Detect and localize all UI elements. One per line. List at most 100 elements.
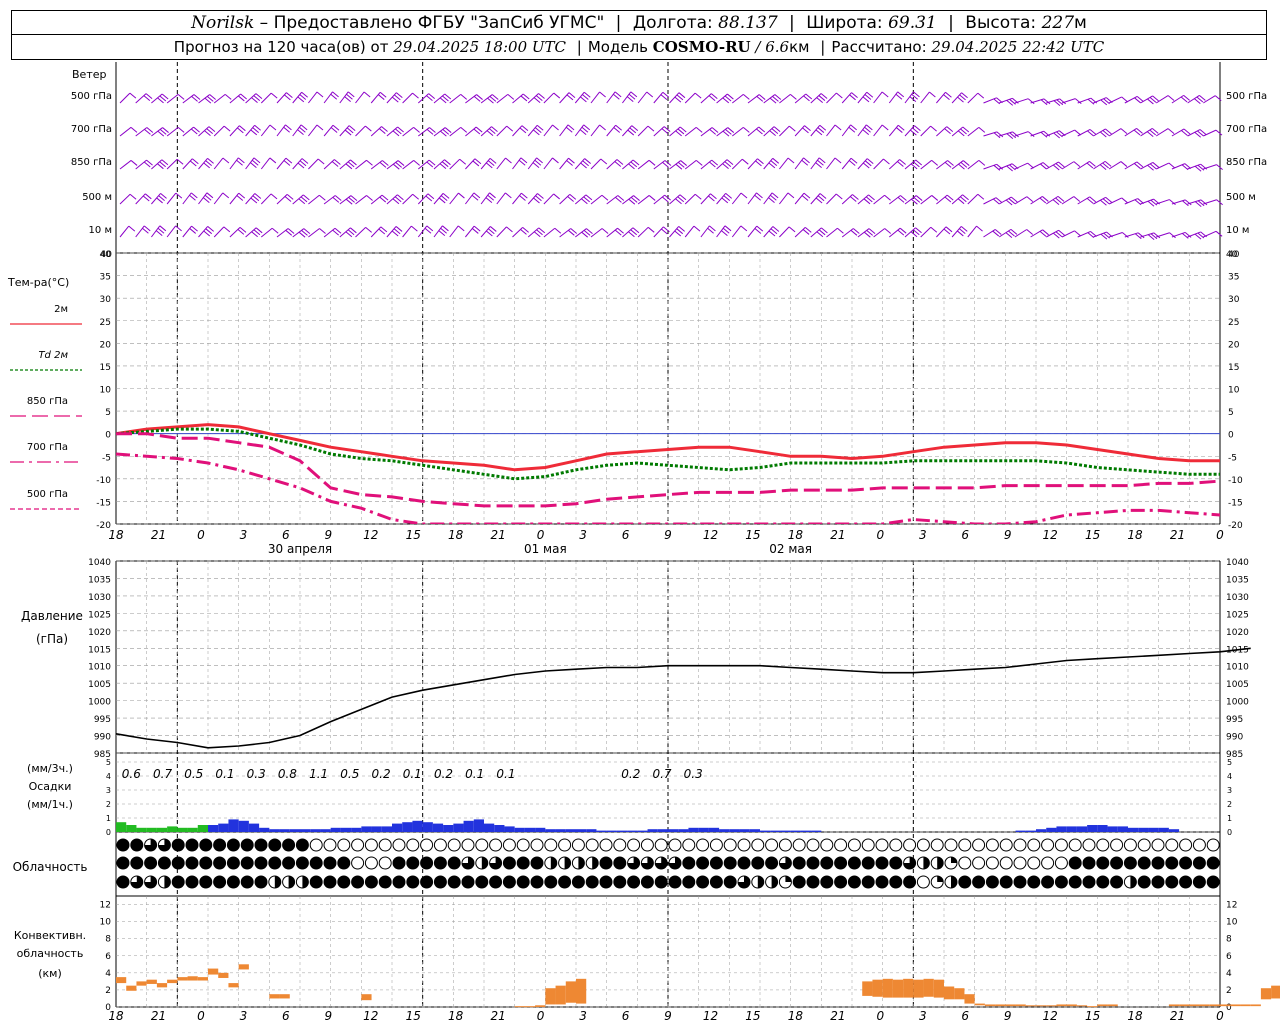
wind-barb-shaft <box>763 94 776 104</box>
precip-bar <box>310 829 321 832</box>
wind-barb-shaft <box>1093 97 1107 104</box>
precip-bar <box>1128 827 1139 832</box>
temp-tick-label: 0 <box>105 431 111 441</box>
precip-bar <box>576 829 587 832</box>
wind-barb-shaft <box>370 194 383 205</box>
wind-barb-shaft <box>622 195 634 205</box>
temp-tick-label: 5 <box>105 408 111 418</box>
conv-cloud-bar <box>1271 985 1280 999</box>
pressure-tick-label-right: 1025 <box>1226 610 1249 620</box>
wind-barb-feather <box>884 228 892 234</box>
wind-barb-feather <box>790 93 797 100</box>
wind-barb-shaft <box>920 91 930 104</box>
time-tick-label-bottom: 21 <box>491 1009 506 1023</box>
wind-barb-shaft <box>182 192 192 205</box>
time-tick-label: 15 <box>1085 528 1100 542</box>
time-tick-label: 12 <box>363 528 378 542</box>
wind-barb-shaft <box>355 125 366 137</box>
wind-barb-shaft <box>967 225 977 238</box>
cloud-symbol-low <box>723 875 737 889</box>
pressure-tick-label: 1015 <box>88 645 111 655</box>
wind-barb-shaft <box>166 225 177 238</box>
wind-barb-feather <box>694 193 702 200</box>
wind-level-label: 700 гПа <box>71 124 112 135</box>
wind-barb-shaft <box>1014 162 1028 170</box>
cloud-symbol-middle <box>834 856 848 870</box>
wind-barb-shaft <box>622 91 632 104</box>
cloud-symbol-fill-low <box>757 876 764 888</box>
wind-barb-feather <box>976 225 983 232</box>
time-tick-label-bottom: 0 <box>1216 1009 1224 1023</box>
precip-3h-total: 0.1 <box>465 767 484 781</box>
cloud-symbol-middle <box>144 856 158 870</box>
conv-cloud-bar <box>964 994 975 1004</box>
wind-barb-shaft <box>763 226 774 238</box>
temp-tick-label-right: 5 <box>1228 408 1234 418</box>
wind-barb-feather <box>978 160 986 166</box>
precip-bar <box>361 826 372 832</box>
precip-bar <box>269 829 280 832</box>
wind-barb-feather <box>222 192 230 199</box>
temp-tick-label: 35 <box>100 273 111 283</box>
precip-bar <box>1015 830 1026 832</box>
cloud-symbol-low <box>1041 875 1055 889</box>
precip-bar <box>412 820 423 832</box>
wind-barb-shaft <box>747 158 758 170</box>
precip-tick-label-right: 0 <box>1227 828 1232 837</box>
wind-barb-feather <box>884 194 891 201</box>
pressure-tick-label: 1020 <box>88 628 111 638</box>
time-tick-label: 0 <box>197 528 205 542</box>
wind-barb-shaft <box>151 127 163 137</box>
precip-tick-label: 0 <box>106 828 111 837</box>
temp-legend-label: 2м <box>54 304 68 315</box>
cloud-symbol-high <box>751 838 765 852</box>
conv-cloud-bar <box>361 994 372 1001</box>
cloud-symbol-fill-middle <box>564 857 571 869</box>
wind-barb-shaft <box>1061 230 1075 238</box>
wind-barb-shaft <box>1124 127 1137 137</box>
wind-barb-feather <box>553 193 560 200</box>
conv-cloud-bar <box>944 986 955 1000</box>
wind-barb-shaft <box>182 126 194 137</box>
conv-cloud-bar <box>1066 1004 1077 1007</box>
wind-barb-shaft <box>292 194 304 205</box>
cloud-symbol-high <box>309 838 323 852</box>
temp-tick-label-right: -20 <box>1228 521 1243 531</box>
cloud-symbol-fill-low <box>164 876 171 888</box>
wind-barb-feather <box>460 93 468 100</box>
cloud-symbol-low <box>1082 875 1096 889</box>
wind-barb-shaft <box>465 192 475 205</box>
pressure-tick-label-right: 990 <box>1226 733 1243 743</box>
precip-bar <box>402 822 413 832</box>
cloud-symbol-high <box>682 838 696 852</box>
cloud-symbol-middle <box>502 856 516 870</box>
precip-tick-label: 1 <box>106 814 111 823</box>
wind-barb-feather <box>648 195 656 201</box>
conv-unit: (км) <box>38 967 62 980</box>
precip-bar <box>504 826 515 832</box>
cloud-symbol-middle <box>406 856 420 870</box>
wind-barb-feather <box>600 158 608 165</box>
cloud-symbol-high <box>544 838 558 852</box>
precip-bar <box>760 830 771 832</box>
cloud-symbol-low <box>806 875 820 889</box>
wind-barb-shaft <box>198 192 208 205</box>
precip-bar <box>156 827 168 832</box>
conv-tick-label: 6 <box>105 952 111 962</box>
wind-barb-shaft <box>1108 161 1122 170</box>
wind-barb-feather <box>269 124 277 131</box>
wind-barb-shaft <box>873 228 886 238</box>
time-tick-label: 12 <box>1043 528 1058 542</box>
wind-barb-feather <box>365 226 372 233</box>
wind-barb-shaft <box>465 158 476 170</box>
cloud-symbol-fill-low <box>302 876 309 888</box>
conv-tick-label: 10 <box>100 918 112 928</box>
conv-cloud-bar <box>995 1004 1006 1007</box>
temp-tick-label: 15 <box>100 363 111 373</box>
wind-barb-shaft <box>323 227 336 238</box>
wind-barb-shaft <box>1077 129 1091 137</box>
pressure-tick-label: 1010 <box>88 663 111 673</box>
wind-barb-feather <box>1120 128 1128 134</box>
wind-barb-shaft <box>543 227 556 238</box>
conv-cloud-bar <box>187 976 198 981</box>
